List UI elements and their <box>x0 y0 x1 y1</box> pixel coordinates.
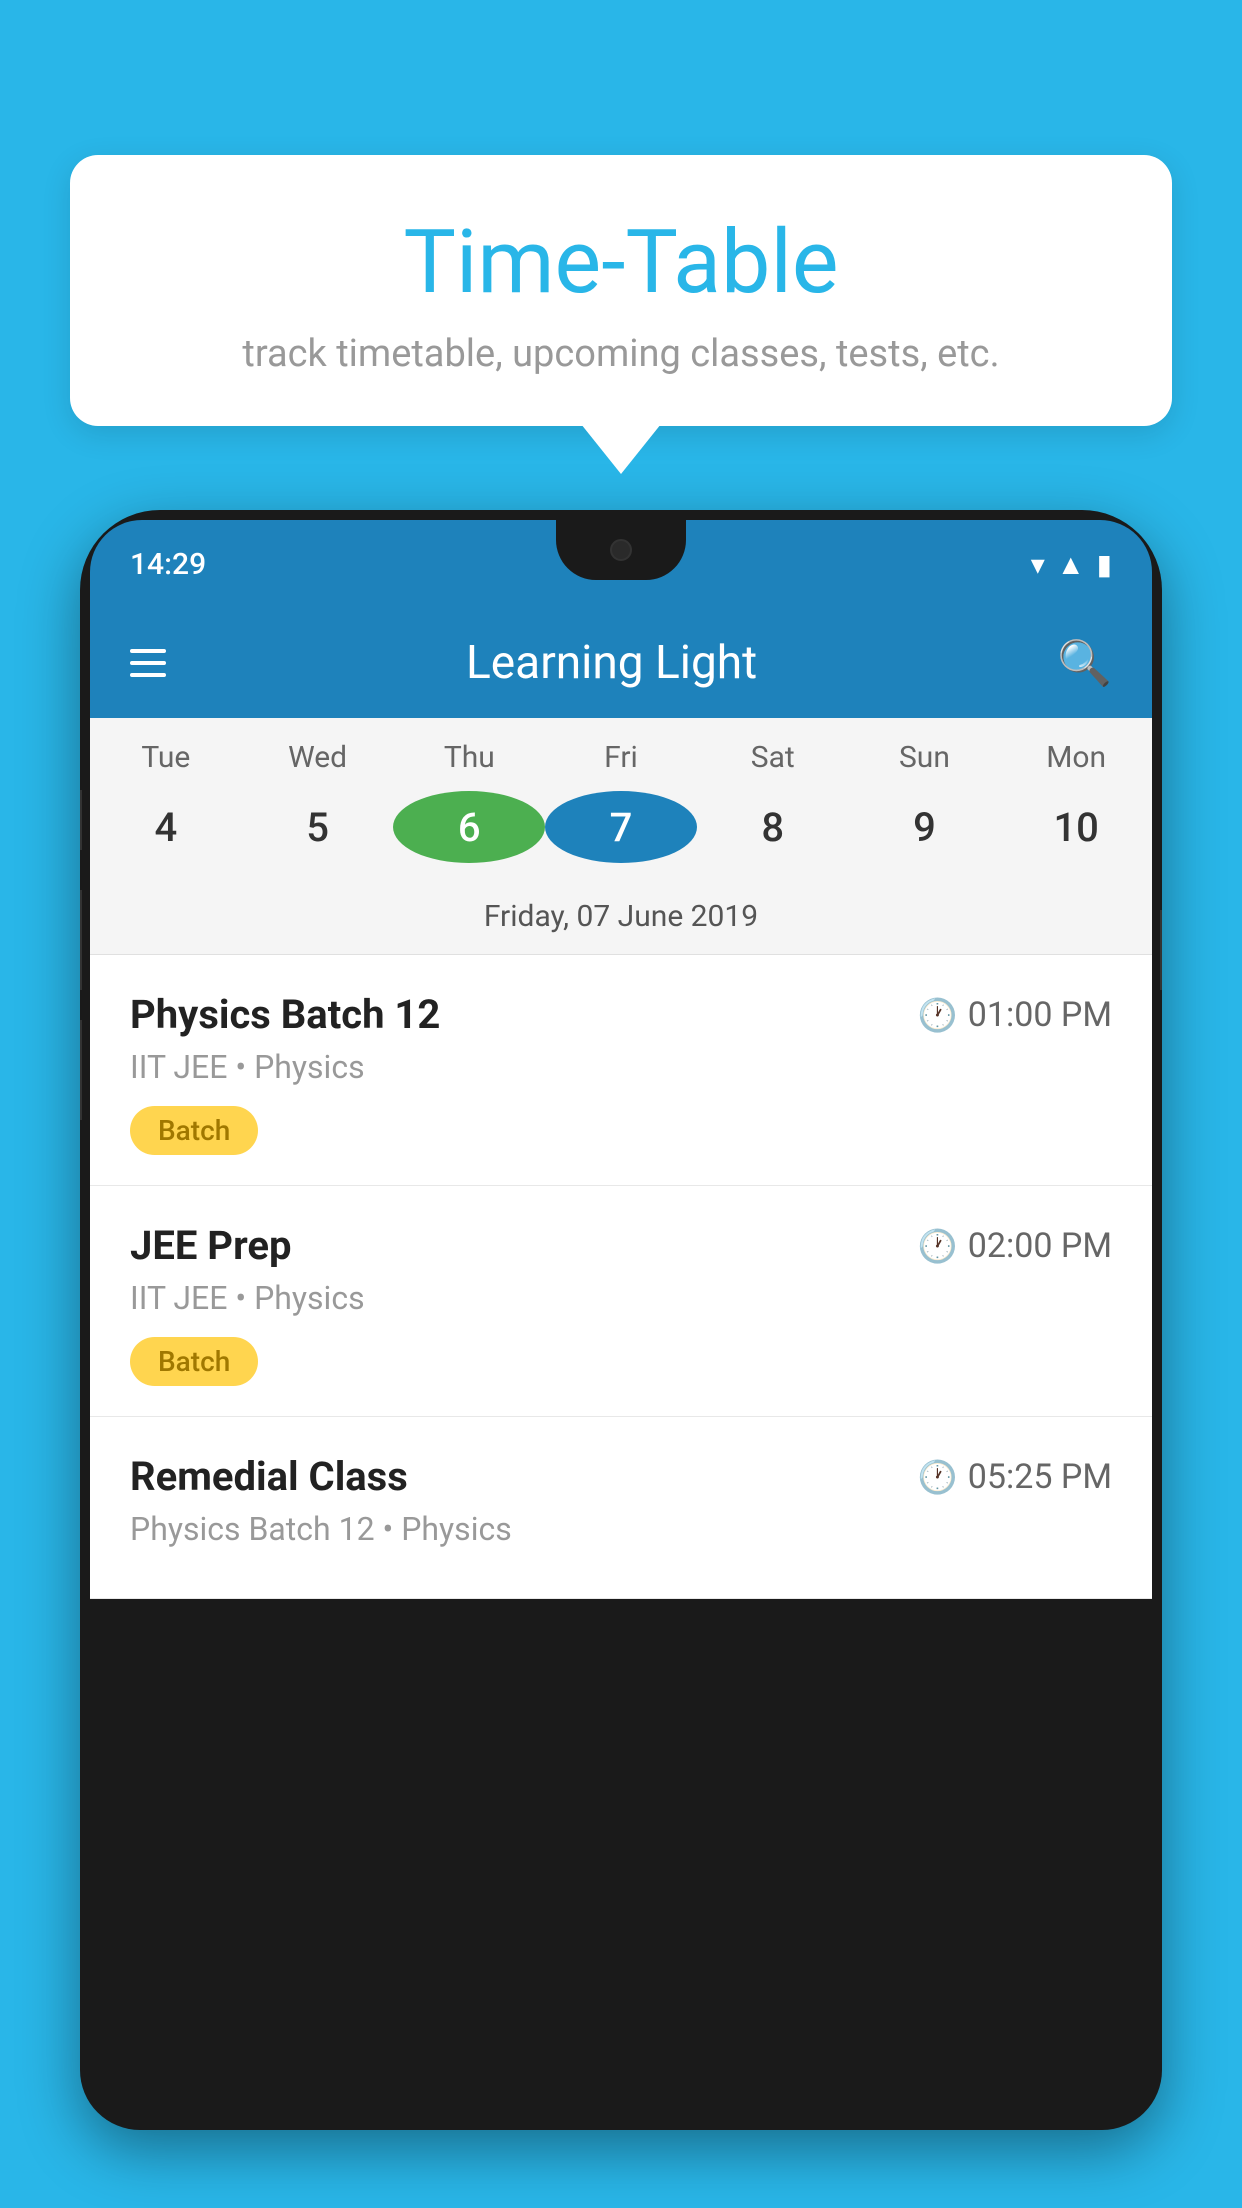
day-numbers-row: 45678910 <box>90 783 1152 885</box>
camera-dot <box>610 539 632 561</box>
clock-icon: 🕐 <box>918 1227 958 1265</box>
tooltip-card: Time-Table track timetable, upcoming cla… <box>70 155 1172 426</box>
wifi-icon: ▾ <box>1031 548 1045 581</box>
extra-button <box>80 1020 82 1120</box>
clock-icon: 🕐 <box>918 996 958 1034</box>
app-bar: Learning Light 🔍 <box>90 608 1152 718</box>
day-num-6[interactable]: 6 <box>393 791 545 863</box>
day-num-9[interactable]: 9 <box>849 791 1001 863</box>
schedule-item-time: 🕐 02:00 PM <box>918 1226 1112 1266</box>
day-num-wrapper[interactable]: 9 <box>849 791 1001 863</box>
status-time: 14:29 <box>130 547 206 582</box>
day-names-row: TueWedThuFriSatSunMon <box>90 718 1152 783</box>
day-name-thu: Thu <box>393 740 545 775</box>
schedule-item-1[interactable]: JEE Prep 🕐 02:00 PM IIT JEE • Physics Ba… <box>90 1186 1152 1417</box>
day-name-tue: Tue <box>90 740 242 775</box>
schedule-item-subtitle: IIT JEE • Physics <box>130 1048 1112 1086</box>
schedule-item-header: Remedial Class 🕐 05:25 PM <box>130 1453 1112 1500</box>
volume-up-button <box>80 790 82 850</box>
day-num-5[interactable]: 5 <box>242 791 394 863</box>
battery-icon: ▮ <box>1097 548 1112 581</box>
day-num-wrapper[interactable]: 8 <box>697 791 849 863</box>
day-num-7[interactable]: 7 <box>545 791 697 863</box>
day-name-sat: Sat <box>697 740 849 775</box>
schedule-item-subtitle: Physics Batch 12 • Physics <box>130 1510 1112 1548</box>
notch <box>556 520 686 580</box>
schedule-list: Physics Batch 12 🕐 01:00 PM IIT JEE • Ph… <box>90 955 1152 1599</box>
schedule-time-text: 01:00 PM <box>968 995 1112 1035</box>
schedule-item-subtitle: IIT JEE • Physics <box>130 1279 1112 1317</box>
status-bar: 14:29 ▾ ▲ ▮ <box>90 520 1152 608</box>
status-icons: ▾ ▲ ▮ <box>1031 548 1112 581</box>
search-icon[interactable]: 🔍 <box>1057 637 1112 689</box>
selected-date-label: Friday, 07 June 2019 <box>90 885 1152 955</box>
batch-badge: Batch <box>130 1106 258 1155</box>
hamburger-menu-button[interactable] <box>130 649 166 677</box>
schedule-item-header: Physics Batch 12 🕐 01:00 PM <box>130 991 1112 1038</box>
volume-down-button <box>80 890 82 990</box>
day-num-wrapper[interactable]: 7 <box>545 791 697 863</box>
day-num-8[interactable]: 8 <box>697 791 849 863</box>
schedule-item-time: 🕐 05:25 PM <box>918 1457 1112 1497</box>
day-name-mon: Mon <box>1000 740 1152 775</box>
day-num-4[interactable]: 4 <box>90 791 242 863</box>
schedule-item-2[interactable]: Remedial Class 🕐 05:25 PM Physics Batch … <box>90 1417 1152 1599</box>
schedule-item-time: 🕐 01:00 PM <box>918 995 1112 1035</box>
day-name-fri: Fri <box>545 740 697 775</box>
schedule-item-title: JEE Prep <box>130 1222 291 1269</box>
phone-mockup: 14:29 ▾ ▲ ▮ Learning Light 🔍 <box>80 510 1162 2208</box>
day-name-sun: Sun <box>849 740 1001 775</box>
schedule-time-text: 02:00 PM <box>968 1226 1112 1266</box>
schedule-item-title: Remedial Class <box>130 1453 408 1500</box>
schedule-item-header: JEE Prep 🕐 02:00 PM <box>130 1222 1112 1269</box>
power-button <box>1160 910 1162 990</box>
signal-icon: ▲ <box>1057 548 1085 581</box>
tooltip-title: Time-Table <box>130 215 1112 312</box>
day-num-wrapper[interactable]: 10 <box>1000 791 1152 863</box>
clock-icon: 🕐 <box>918 1458 958 1496</box>
batch-badge: Batch <box>130 1337 258 1386</box>
phone-frame: 14:29 ▾ ▲ ▮ Learning Light 🔍 <box>80 510 1162 2130</box>
day-num-10[interactable]: 10 <box>1000 791 1152 863</box>
day-name-wed: Wed <box>242 740 394 775</box>
calendar-week: TueWedThuFriSatSunMon 45678910 Friday, 0… <box>90 718 1152 955</box>
phone-screen: 14:29 ▾ ▲ ▮ Learning Light 🔍 <box>90 520 1152 2120</box>
schedule-item-0[interactable]: Physics Batch 12 🕐 01:00 PM IIT JEE • Ph… <box>90 955 1152 1186</box>
tooltip-subtitle: track timetable, upcoming classes, tests… <box>130 332 1112 376</box>
day-num-wrapper[interactable]: 4 <box>90 791 242 863</box>
day-num-wrapper[interactable]: 6 <box>393 791 545 863</box>
app-title: Learning Light <box>196 636 1027 690</box>
schedule-item-title: Physics Batch 12 <box>130 991 440 1038</box>
schedule-time-text: 05:25 PM <box>968 1457 1112 1497</box>
day-num-wrapper[interactable]: 5 <box>242 791 394 863</box>
